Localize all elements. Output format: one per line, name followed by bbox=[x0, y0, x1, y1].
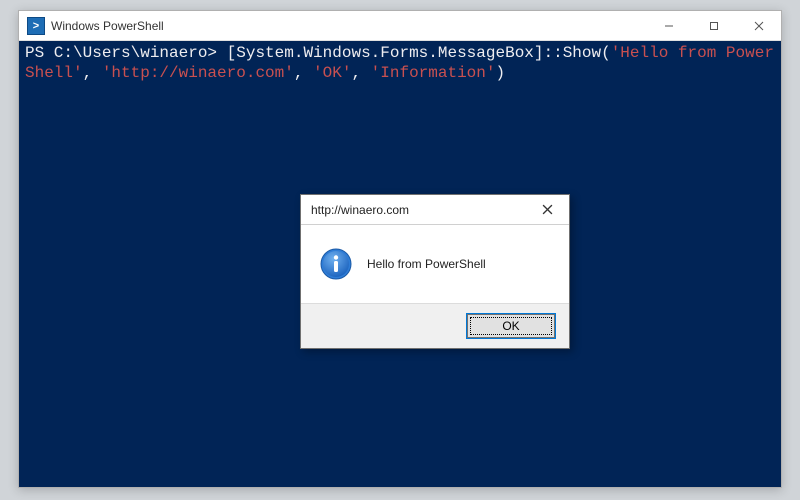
dialog-footer: OK bbox=[301, 303, 569, 348]
dialog-titlebar[interactable]: http://winaero.com bbox=[301, 195, 569, 225]
arg-buttons: 'OK' bbox=[313, 64, 351, 82]
window-title: Windows PowerShell bbox=[51, 19, 646, 33]
dialog-close-button[interactable] bbox=[529, 197, 565, 223]
ok-button-label: OK bbox=[502, 319, 519, 333]
dialog-message: Hello from PowerShell bbox=[367, 257, 486, 271]
maximize-button[interactable] bbox=[691, 11, 736, 40]
close-button[interactable] bbox=[736, 11, 781, 40]
powershell-icon-glyph: > bbox=[33, 20, 39, 32]
powershell-icon: > bbox=[27, 17, 45, 35]
prompt-text: PS C:\Users\winaero> bbox=[25, 44, 227, 62]
command-text: [System.Windows.Forms.MessageBox]::Show( bbox=[227, 44, 611, 62]
information-icon bbox=[319, 247, 353, 281]
titlebar[interactable]: > Windows PowerShell bbox=[19, 11, 781, 41]
arg-icon: 'Information' bbox=[371, 64, 496, 82]
ok-button[interactable]: OK bbox=[467, 314, 555, 338]
messagebox-dialog: http://winaero.com Hello from PowerShell bbox=[300, 194, 570, 349]
dialog-title: http://winaero.com bbox=[311, 203, 529, 217]
minimize-button[interactable] bbox=[646, 11, 691, 40]
arg-title: 'http://winaero.com' bbox=[102, 64, 294, 82]
dialog-body: Hello from PowerShell bbox=[301, 225, 569, 303]
window-controls bbox=[646, 11, 781, 40]
